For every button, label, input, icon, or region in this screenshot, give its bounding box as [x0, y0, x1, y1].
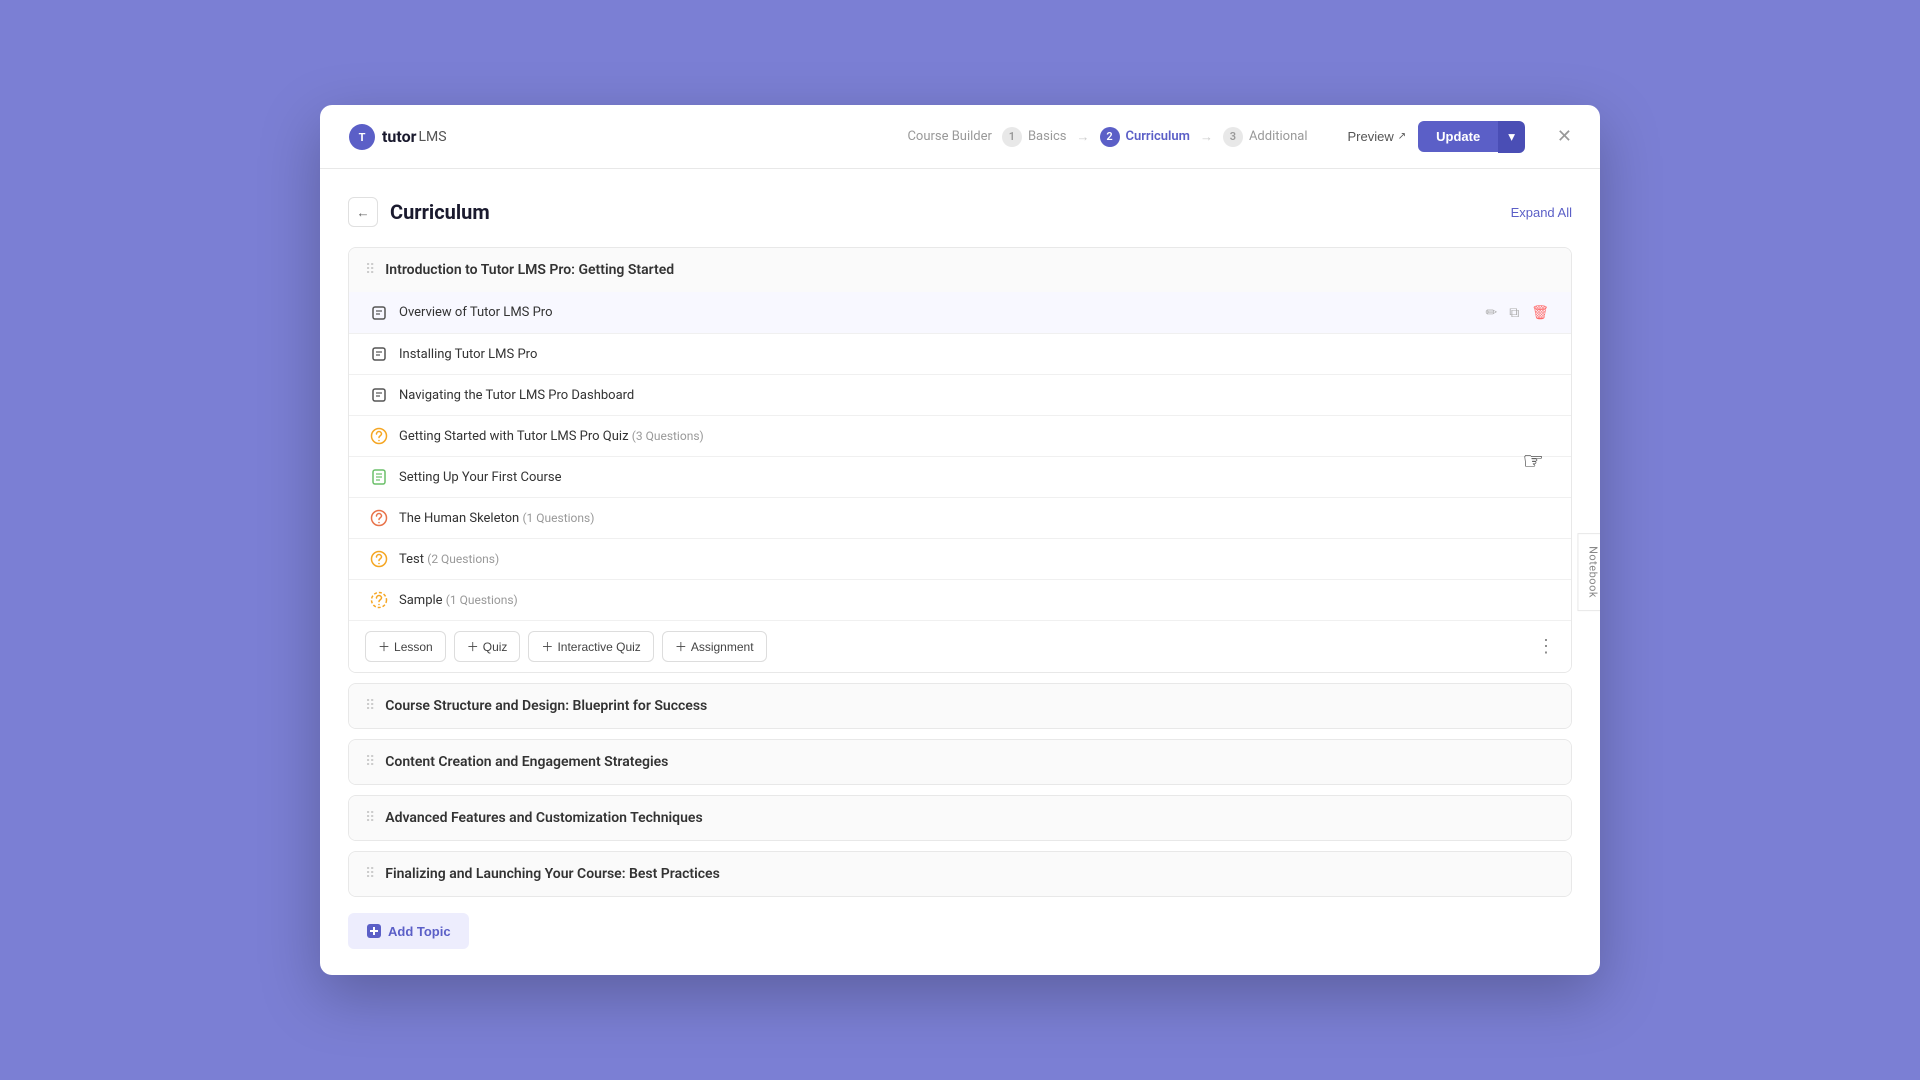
step1-num: 1: [1002, 127, 1022, 147]
drag-handle-2[interactable]: ⠿: [365, 698, 375, 714]
lesson-title-quiz4: Sample (1 Questions): [399, 593, 1551, 608]
svg-text:T: T: [359, 131, 366, 144]
back-button[interactable]: ←: [348, 197, 378, 227]
step2-num: 2: [1100, 127, 1120, 147]
quiz-icon-1: [369, 426, 389, 446]
topic-header-3: ⠿ Content Creation and Engagement Strate…: [349, 740, 1571, 784]
logo: T tutorLMS: [348, 123, 447, 151]
lesson-item-quiz2: The Human Skeleton (1 Questions): [349, 497, 1571, 538]
step3-label: Additional: [1249, 129, 1308, 144]
lesson-item-overview: Overview of Tutor LMS Pro ✏ ⧉ 🗑: [349, 292, 1571, 333]
add-topic-button[interactable]: Add Topic: [348, 913, 469, 949]
topic-section-2: ⠿ Course Structure and Design: Blueprint…: [348, 683, 1572, 729]
step-1: 1 Basics: [1002, 127, 1067, 147]
expand-all-button[interactable]: Expand All: [1511, 205, 1572, 220]
lesson-title-quiz1: Getting Started with Tutor LMS Pro Quiz …: [399, 429, 1551, 444]
topic-header-1: ⠿ Introduction to Tutor LMS Pro: Getting…: [349, 248, 1571, 292]
edit-button-overview[interactable]: ✏: [1483, 302, 1499, 323]
lesson-title-assignment1: Setting Up Your First Course: [399, 470, 1551, 485]
lesson-item-assignment1: Setting Up Your First Course: [349, 456, 1571, 497]
topic-section-3: ⠿ Content Creation and Engagement Strate…: [348, 739, 1572, 785]
notebook-tab[interactable]: Notebook: [1578, 533, 1600, 611]
step1-label: Basics: [1028, 129, 1067, 144]
lesson-item-quiz3: Test (2 Questions): [349, 538, 1571, 579]
topic-section-4: ⠿ Advanced Features and Customization Te…: [348, 795, 1572, 841]
lesson-icon: [369, 303, 389, 323]
quiz-icon-2: [369, 508, 389, 528]
main-content: ☞ ← Curriculum Expand All ⠿ Introduction…: [320, 169, 1600, 975]
lesson-icon-navigating: [369, 385, 389, 405]
step-2: 2 Curriculum: [1100, 127, 1190, 147]
delete-button-overview[interactable]: 🗑: [1529, 302, 1551, 323]
step3-num: 3: [1223, 127, 1243, 147]
course-builder-label: Course Builder: [907, 129, 992, 144]
add-interactive-quiz-button[interactable]: ＋ Interactive Quiz: [528, 631, 653, 662]
logo-tutor-text: tutor: [382, 127, 416, 146]
lesson-title-quiz3: Test (2 Questions): [399, 552, 1551, 567]
quiz-icon-3: [369, 549, 389, 569]
page-title: Curriculum: [390, 200, 490, 224]
update-button[interactable]: Update: [1418, 121, 1498, 152]
lesson-actions-overview: ✏ ⧉ 🗑: [1483, 302, 1551, 323]
drag-handle-5[interactable]: ⠿: [365, 866, 375, 882]
logo-lms-text: LMS: [418, 129, 446, 145]
add-topic-icon: [366, 923, 382, 939]
topic-title-4: Advanced Features and Customization Tech…: [385, 810, 1555, 826]
page-header: ← Curriculum Expand All: [348, 197, 1572, 227]
topic-expanded-1: Overview of Tutor LMS Pro ✏ ⧉ 🗑 Installi…: [349, 292, 1571, 672]
topic-header-5: ⠿ Finalizing and Launching Your Course: …: [349, 852, 1571, 896]
lesson-title-overview: Overview of Tutor LMS Pro: [399, 305, 1473, 320]
more-options-button-1[interactable]: ⋮: [1537, 636, 1555, 657]
topic-title-2: Course Structure and Design: Blueprint f…: [385, 698, 1555, 714]
lesson-icon-installing: [369, 344, 389, 364]
topic-title-5: Finalizing and Launching Your Course: Be…: [385, 866, 1555, 882]
drag-handle-3[interactable]: ⠿: [365, 754, 375, 770]
lesson-title-quiz2: The Human Skeleton (1 Questions): [399, 511, 1551, 526]
update-btn-group: Update ▾: [1418, 121, 1525, 153]
assignment-icon-1: [369, 467, 389, 487]
drag-handle-1[interactable]: ⠿: [365, 262, 375, 278]
close-button[interactable]: ✕: [1557, 126, 1572, 147]
topic-section-5: ⠿ Finalizing and Launching Your Course: …: [348, 851, 1572, 897]
header-actions: Preview ↗ Update ▾ ✕: [1348, 121, 1573, 153]
breadcrumb: Course Builder 1 Basics → 2 Curriculum →…: [907, 127, 1307, 147]
add-topic-label: Add Topic: [388, 924, 451, 939]
step-3: 3 Additional: [1223, 127, 1308, 147]
topic-title-3: Content Creation and Engagement Strategi…: [385, 754, 1555, 770]
add-quiz-button[interactable]: ＋ Quiz: [454, 631, 521, 662]
lesson-item-quiz4: Sample (1 Questions): [349, 579, 1571, 620]
quiz-icon-4: [369, 590, 389, 610]
preview-button[interactable]: Preview ↗: [1348, 129, 1407, 144]
copy-button-overview[interactable]: ⧉: [1507, 302, 1521, 323]
lesson-item-installing: Installing Tutor LMS Pro: [349, 333, 1571, 374]
step2-label: Curriculum: [1126, 129, 1190, 144]
lesson-item-quiz1: Getting Started with Tutor LMS Pro Quiz …: [349, 415, 1571, 456]
add-content-row-1: ＋ Lesson ＋ Quiz ＋ Interactive Quiz ＋ Ass…: [349, 620, 1571, 672]
lesson-item-navigating: Navigating the Tutor LMS Pro Dashboard: [349, 374, 1571, 415]
add-assignment-button[interactable]: ＋ Assignment: [662, 631, 767, 662]
lesson-title-installing: Installing Tutor LMS Pro: [399, 347, 1551, 362]
update-dropdown-button[interactable]: ▾: [1498, 121, 1525, 153]
drag-handle-4[interactable]: ⠿: [365, 810, 375, 826]
topic-section-1: ⠿ Introduction to Tutor LMS Pro: Getting…: [348, 247, 1572, 673]
topic-header-4: ⠿ Advanced Features and Customization Te…: [349, 796, 1571, 840]
lesson-title-navigating: Navigating the Tutor LMS Pro Dashboard: [399, 388, 1551, 403]
logo-icon: T: [348, 123, 376, 151]
topic-header-2: ⠿ Course Structure and Design: Blueprint…: [349, 684, 1571, 728]
add-lesson-button[interactable]: ＋ Lesson: [365, 631, 446, 662]
topic-title-1: Introduction to Tutor LMS Pro: Getting S…: [385, 262, 1555, 278]
